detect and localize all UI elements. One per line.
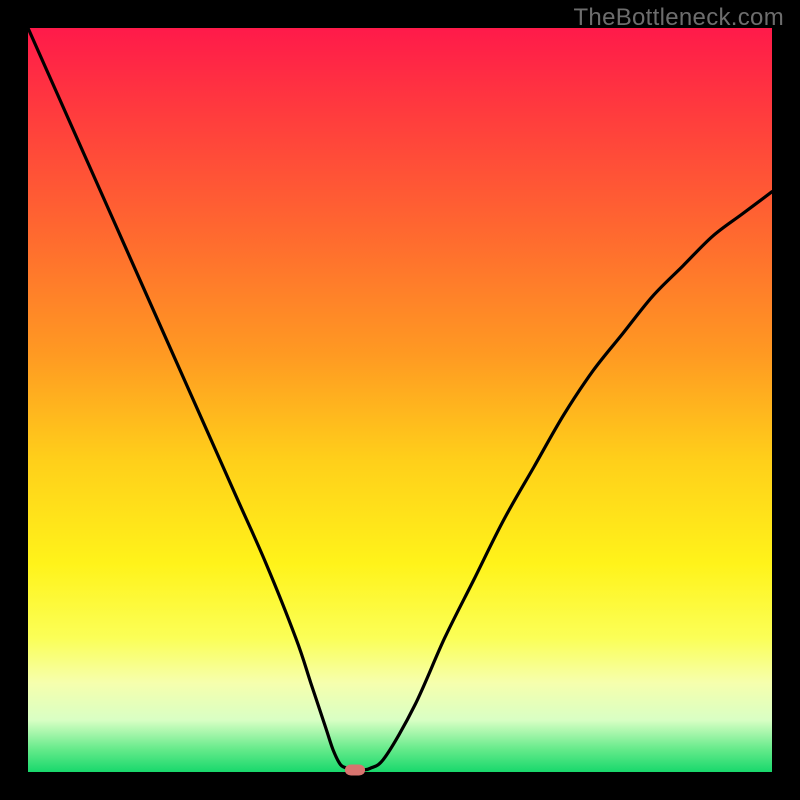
plot-area <box>28 28 772 772</box>
bottleneck-curve <box>28 28 772 770</box>
optimum-marker <box>345 764 365 775</box>
chart-frame: TheBottleneck.com <box>0 0 800 800</box>
curve-svg <box>28 28 772 772</box>
